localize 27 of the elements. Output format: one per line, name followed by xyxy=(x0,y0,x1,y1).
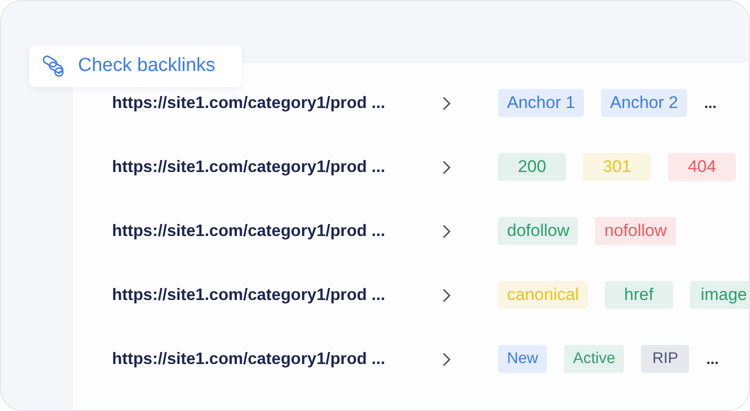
tag: image xyxy=(690,281,749,309)
tag: dofollow xyxy=(498,217,578,245)
chevron-right-icon[interactable] xyxy=(442,352,451,366)
chevron-right-icon[interactable] xyxy=(442,96,451,110)
tag: Anchor 2 xyxy=(601,89,688,117)
tag: canonical xyxy=(498,281,588,309)
chevron-right-icon[interactable] xyxy=(442,288,451,302)
url-text: https://site1.com/category1/prod ... xyxy=(112,222,386,240)
tag: New xyxy=(498,345,548,373)
tag: Anchor 1 xyxy=(498,89,584,117)
check-backlinks-button[interactable]: Check backlinks xyxy=(29,45,242,87)
tag: 301 xyxy=(583,153,651,181)
more-text: ... xyxy=(704,94,717,112)
chevron-right-icon[interactable] xyxy=(442,160,451,174)
tag: Active xyxy=(564,345,624,373)
url-text: https://site1.com/category1/prod ... xyxy=(112,158,386,176)
tag: nofollow xyxy=(595,217,676,245)
url-text: https://site1.com/category1/prod ... xyxy=(112,286,386,304)
tag: href xyxy=(604,281,673,309)
tag: 200 xyxy=(498,153,566,181)
link-icon xyxy=(42,54,66,78)
tag: RIP xyxy=(641,345,690,373)
url-text: https://site1.com/category1/prod ... xyxy=(112,350,386,368)
url-text: https://site1.com/category1/prod ... xyxy=(112,94,386,112)
more-text: ... xyxy=(706,350,719,368)
tag: 404 xyxy=(668,153,736,181)
chevron-right-icon[interactable] xyxy=(442,224,451,238)
